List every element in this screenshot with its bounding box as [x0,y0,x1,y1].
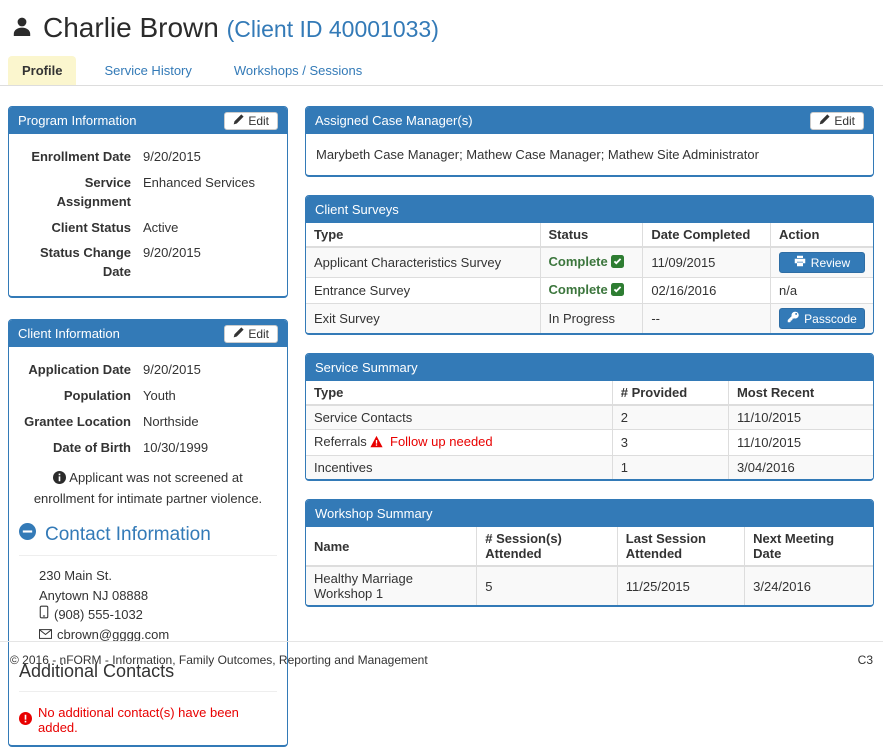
exclamation-circle-icon [19,712,32,728]
phone-icon [39,605,49,625]
warning-triangle-icon [370,435,383,451]
client-header: Charlie Brown (Client ID 40001033) [0,0,883,48]
pencil-icon [233,114,244,128]
client-name: Charlie Brown [43,12,219,43]
version-label: C3 [858,653,873,667]
client-information-header: Client Information Edit [9,320,287,347]
client-surveys-header: Client Surveys [306,196,873,223]
field-service-assignment: Service Assignment Enhanced Services [19,174,277,212]
program-information-header: Program Information Edit [9,107,287,134]
panel-title: Service Summary [315,360,418,375]
status-text: In Progress [540,304,643,334]
key-icon [787,311,799,326]
table-row: Referrals Follow up needed 3 11/10/2015 [306,430,873,456]
check-square-icon [611,255,624,271]
client-surveys-table: Type Status Date Completed Action Applic… [306,223,873,333]
field-enrollment-date: Enrollment Date 9/20/2015 [19,148,277,167]
field-application-date: Application Date 9/20/2015 [19,361,277,380]
screening-note: Applicant was not screened at enrollment… [19,469,277,509]
table-row: Entrance Survey Complete 02/16/2016 n/a [306,278,873,304]
address-line-1: 230 Main St. [39,566,277,586]
case-managers-value: Marybeth Case Manager; Mathew Case Manag… [306,134,873,175]
client-info-edit-button[interactable]: Edit [224,325,278,343]
tab-service-history[interactable]: Service History [90,56,205,85]
phone-line: (908) 555-1032 [39,605,277,625]
program-info-edit-button[interactable]: Edit [224,112,278,130]
check-square-icon [611,283,624,299]
column-header: Next Meeting Date [745,527,873,566]
table-row: Applicant Characteristics Survey Complet… [306,247,873,278]
column-header: Most Recent [728,381,873,405]
status-text: Complete [549,282,608,297]
client-surveys-panel: Client Surveys Type Status Date Complete… [305,195,874,335]
no-additional-contacts-message: No additional contact(s) have been added… [19,705,277,735]
table-row: Service Contacts 2 11/10/2015 [306,405,873,430]
case-managers-header: Assigned Case Manager(s) Edit [306,107,873,134]
panel-title: Workshop Summary [315,506,433,521]
copyright-text: © 2016 - nFORM - Information, Family Out… [10,653,428,667]
panel-title: Client Surveys [315,202,399,217]
field-population: Population Youth [19,387,277,406]
panel-title: Assigned Case Manager(s) [315,113,473,128]
review-button[interactable]: Review [779,252,865,273]
followup-warning: Follow up needed [390,434,493,449]
page-footer: © 2016 - nFORM - Information, Family Out… [0,641,883,681]
column-header: # Provided [612,381,728,405]
user-icon [10,15,34,42]
case-managers-panel: Assigned Case Manager(s) Edit Marybeth C… [305,106,874,177]
field-date-of-birth: Date of Birth 10/30/1999 [19,439,277,458]
column-header: # Session(s) Attended [477,527,617,566]
service-summary-panel: Service Summary Type # Provided Most Rec… [305,353,874,481]
program-information-panel: Program Information Edit Enrollment Date… [8,106,288,298]
tab-bar: Profile Service History Workshops / Sess… [0,56,883,86]
table-row: Healthy Marriage Workshop 1 5 11/25/2015… [306,566,873,605]
field-client-status: Client Status Active [19,219,277,238]
service-summary-header: Service Summary [306,354,873,381]
passcode-button[interactable]: Passcode [779,308,865,329]
panel-title: Client Information [18,326,120,341]
column-header: Date Completed [643,223,771,247]
case-managers-edit-button[interactable]: Edit [810,112,864,130]
panel-title: Program Information [18,113,137,128]
field-grantee-location: Grantee Location Northside [19,413,277,432]
tab-profile[interactable]: Profile [8,56,76,85]
workshop-summary-table: Name # Session(s) Attended Last Session … [306,527,873,605]
column-header: Action [770,223,873,247]
status-text: Complete [549,254,608,269]
table-row: Exit Survey In Progress -- Passcode [306,304,873,334]
service-summary-table: Type # Provided Most Recent Service Cont… [306,381,873,479]
contact-details: 230 Main St. Anytown NJ 08888 (908) 555-… [39,566,277,644]
column-header: Status [540,223,643,247]
field-status-change-date: Status Change Date 9/20/2015 [19,244,277,282]
printer-icon [794,255,806,270]
column-header: Type [306,381,612,405]
client-id: (Client ID 40001033) [227,16,439,42]
address-line-2: Anytown NJ 08888 [39,586,277,606]
workshop-summary-header: Workshop Summary [306,500,873,527]
tab-workshops-sessions[interactable]: Workshops / Sessions [220,56,376,85]
column-header: Last Session Attended [617,527,744,566]
info-circle-icon [53,471,66,490]
minus-circle-icon[interactable] [19,523,36,546]
action-na: n/a [770,278,873,304]
client-information-panel: Client Information Edit Application Date… [8,319,288,747]
contact-information-toggle[interactable]: Contact Information [19,509,277,556]
pencil-icon [819,114,830,128]
column-header: Name [306,527,477,566]
column-header: Type [306,223,540,247]
workshop-summary-panel: Workshop Summary Name # Session(s) Atten… [305,499,874,607]
page-title: Charlie Brown (Client ID 40001033) [43,12,439,44]
pencil-icon [233,327,244,341]
table-row: Incentives 1 3/04/2016 [306,456,873,480]
